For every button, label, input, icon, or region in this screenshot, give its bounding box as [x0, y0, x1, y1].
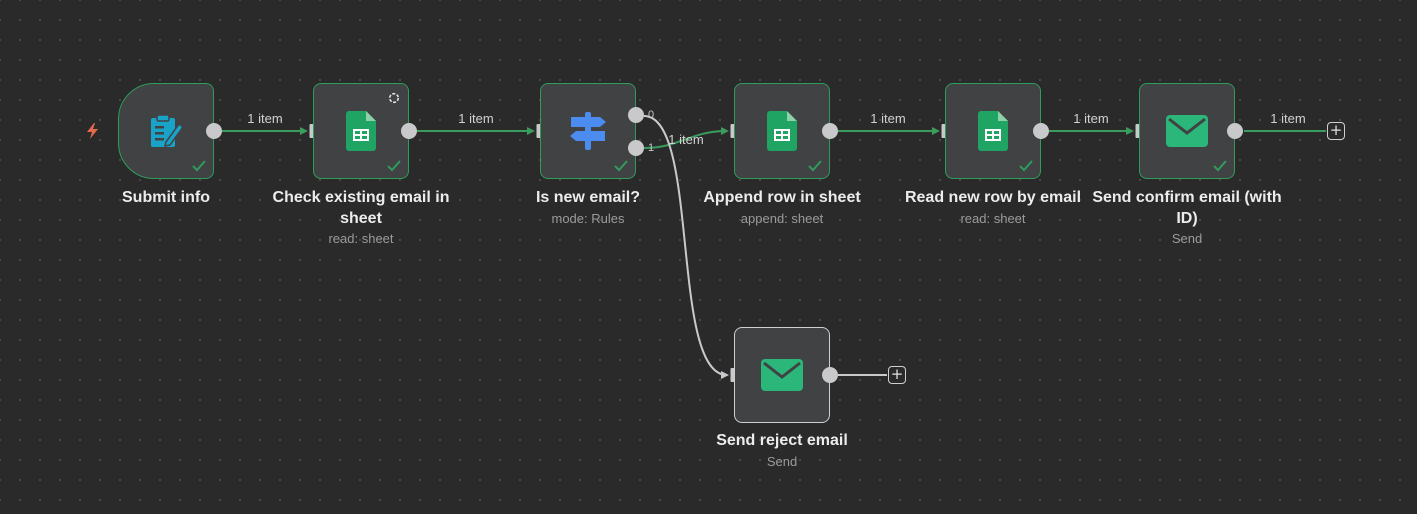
add-node-button[interactable]: + [1327, 122, 1345, 140]
edge-switch-to-reject[interactable] [643, 115, 729, 379]
add-node-button[interactable]: + [888, 366, 906, 384]
edge-label: 1 item [458, 111, 494, 126]
success-check-icon [614, 160, 628, 172]
trigger-bolt-icon [87, 123, 98, 139]
node-read-new-row[interactable] [945, 83, 1041, 179]
node-title-send-confirm: Send confirm email (with ID) [1092, 189, 1282, 227]
node-title-submit-info: Submit info [122, 189, 210, 206]
node-append-row[interactable] [734, 83, 830, 179]
output-handle-append-row[interactable] [822, 123, 838, 139]
output-handle-switch-1[interactable] [628, 140, 644, 156]
refresh-icon [388, 92, 400, 104]
node-title-append-row: Append row in sheet [703, 189, 861, 206]
node-subtitle-read-new-row: read: sheet [960, 211, 1026, 226]
mail-icon [1166, 115, 1208, 147]
node-send-confirm[interactable] [1139, 83, 1235, 179]
success-check-icon [1213, 160, 1227, 172]
node-subtitle-send-reject: Send [766, 454, 798, 469]
node-subtitle-is-new-email: mode: Rules [551, 211, 625, 226]
success-check-icon [808, 160, 822, 172]
edge-label: 1 item [870, 111, 906, 126]
node-title-check-existing: Check existing email in sheet [272, 189, 450, 227]
success-check-icon [387, 160, 401, 172]
node-subtitle-check-existing: read: sheet [328, 231, 394, 246]
node-send-reject[interactable] [734, 327, 830, 423]
edge-label: 1 item [1270, 111, 1306, 126]
node-check-existing[interactable] [313, 83, 409, 179]
output-handle-submit-info[interactable] [206, 123, 222, 139]
node-title-send-reject: Send reject email [716, 432, 848, 449]
output-handle-read-new-row[interactable] [1033, 123, 1049, 139]
node-subtitle-append-row: append: sheet [740, 211, 824, 226]
node-title-read-new-row: Read new row by email [904, 189, 1082, 206]
switch-output-label-0: 0 [648, 109, 655, 121]
success-check-icon [1019, 160, 1033, 172]
output-handle-check-existing[interactable] [401, 123, 417, 139]
edge-label: 1 item [1073, 111, 1109, 126]
node-subtitle-send-confirm: Send [1171, 231, 1203, 246]
edge-label: 1 item [247, 111, 283, 126]
output-handle-send-confirm[interactable] [1227, 123, 1243, 139]
node-submit-info[interactable] [118, 83, 214, 179]
google-sheets-icon [978, 111, 1008, 151]
google-sheets-icon [767, 111, 797, 151]
node-title-is-new-email: Is new email? [535, 189, 641, 206]
output-handle-send-reject[interactable] [822, 367, 838, 383]
node-is-new-email[interactable] [540, 83, 636, 179]
output-handle-switch-0[interactable] [628, 107, 644, 123]
edge-label: 1 item [668, 132, 704, 147]
mail-icon [761, 359, 803, 391]
switch-output-label-1: 1 [648, 142, 655, 154]
form-icon [151, 114, 185, 147]
google-sheets-icon [346, 111, 376, 151]
signpost-icon [570, 112, 606, 150]
success-check-icon [192, 160, 206, 172]
